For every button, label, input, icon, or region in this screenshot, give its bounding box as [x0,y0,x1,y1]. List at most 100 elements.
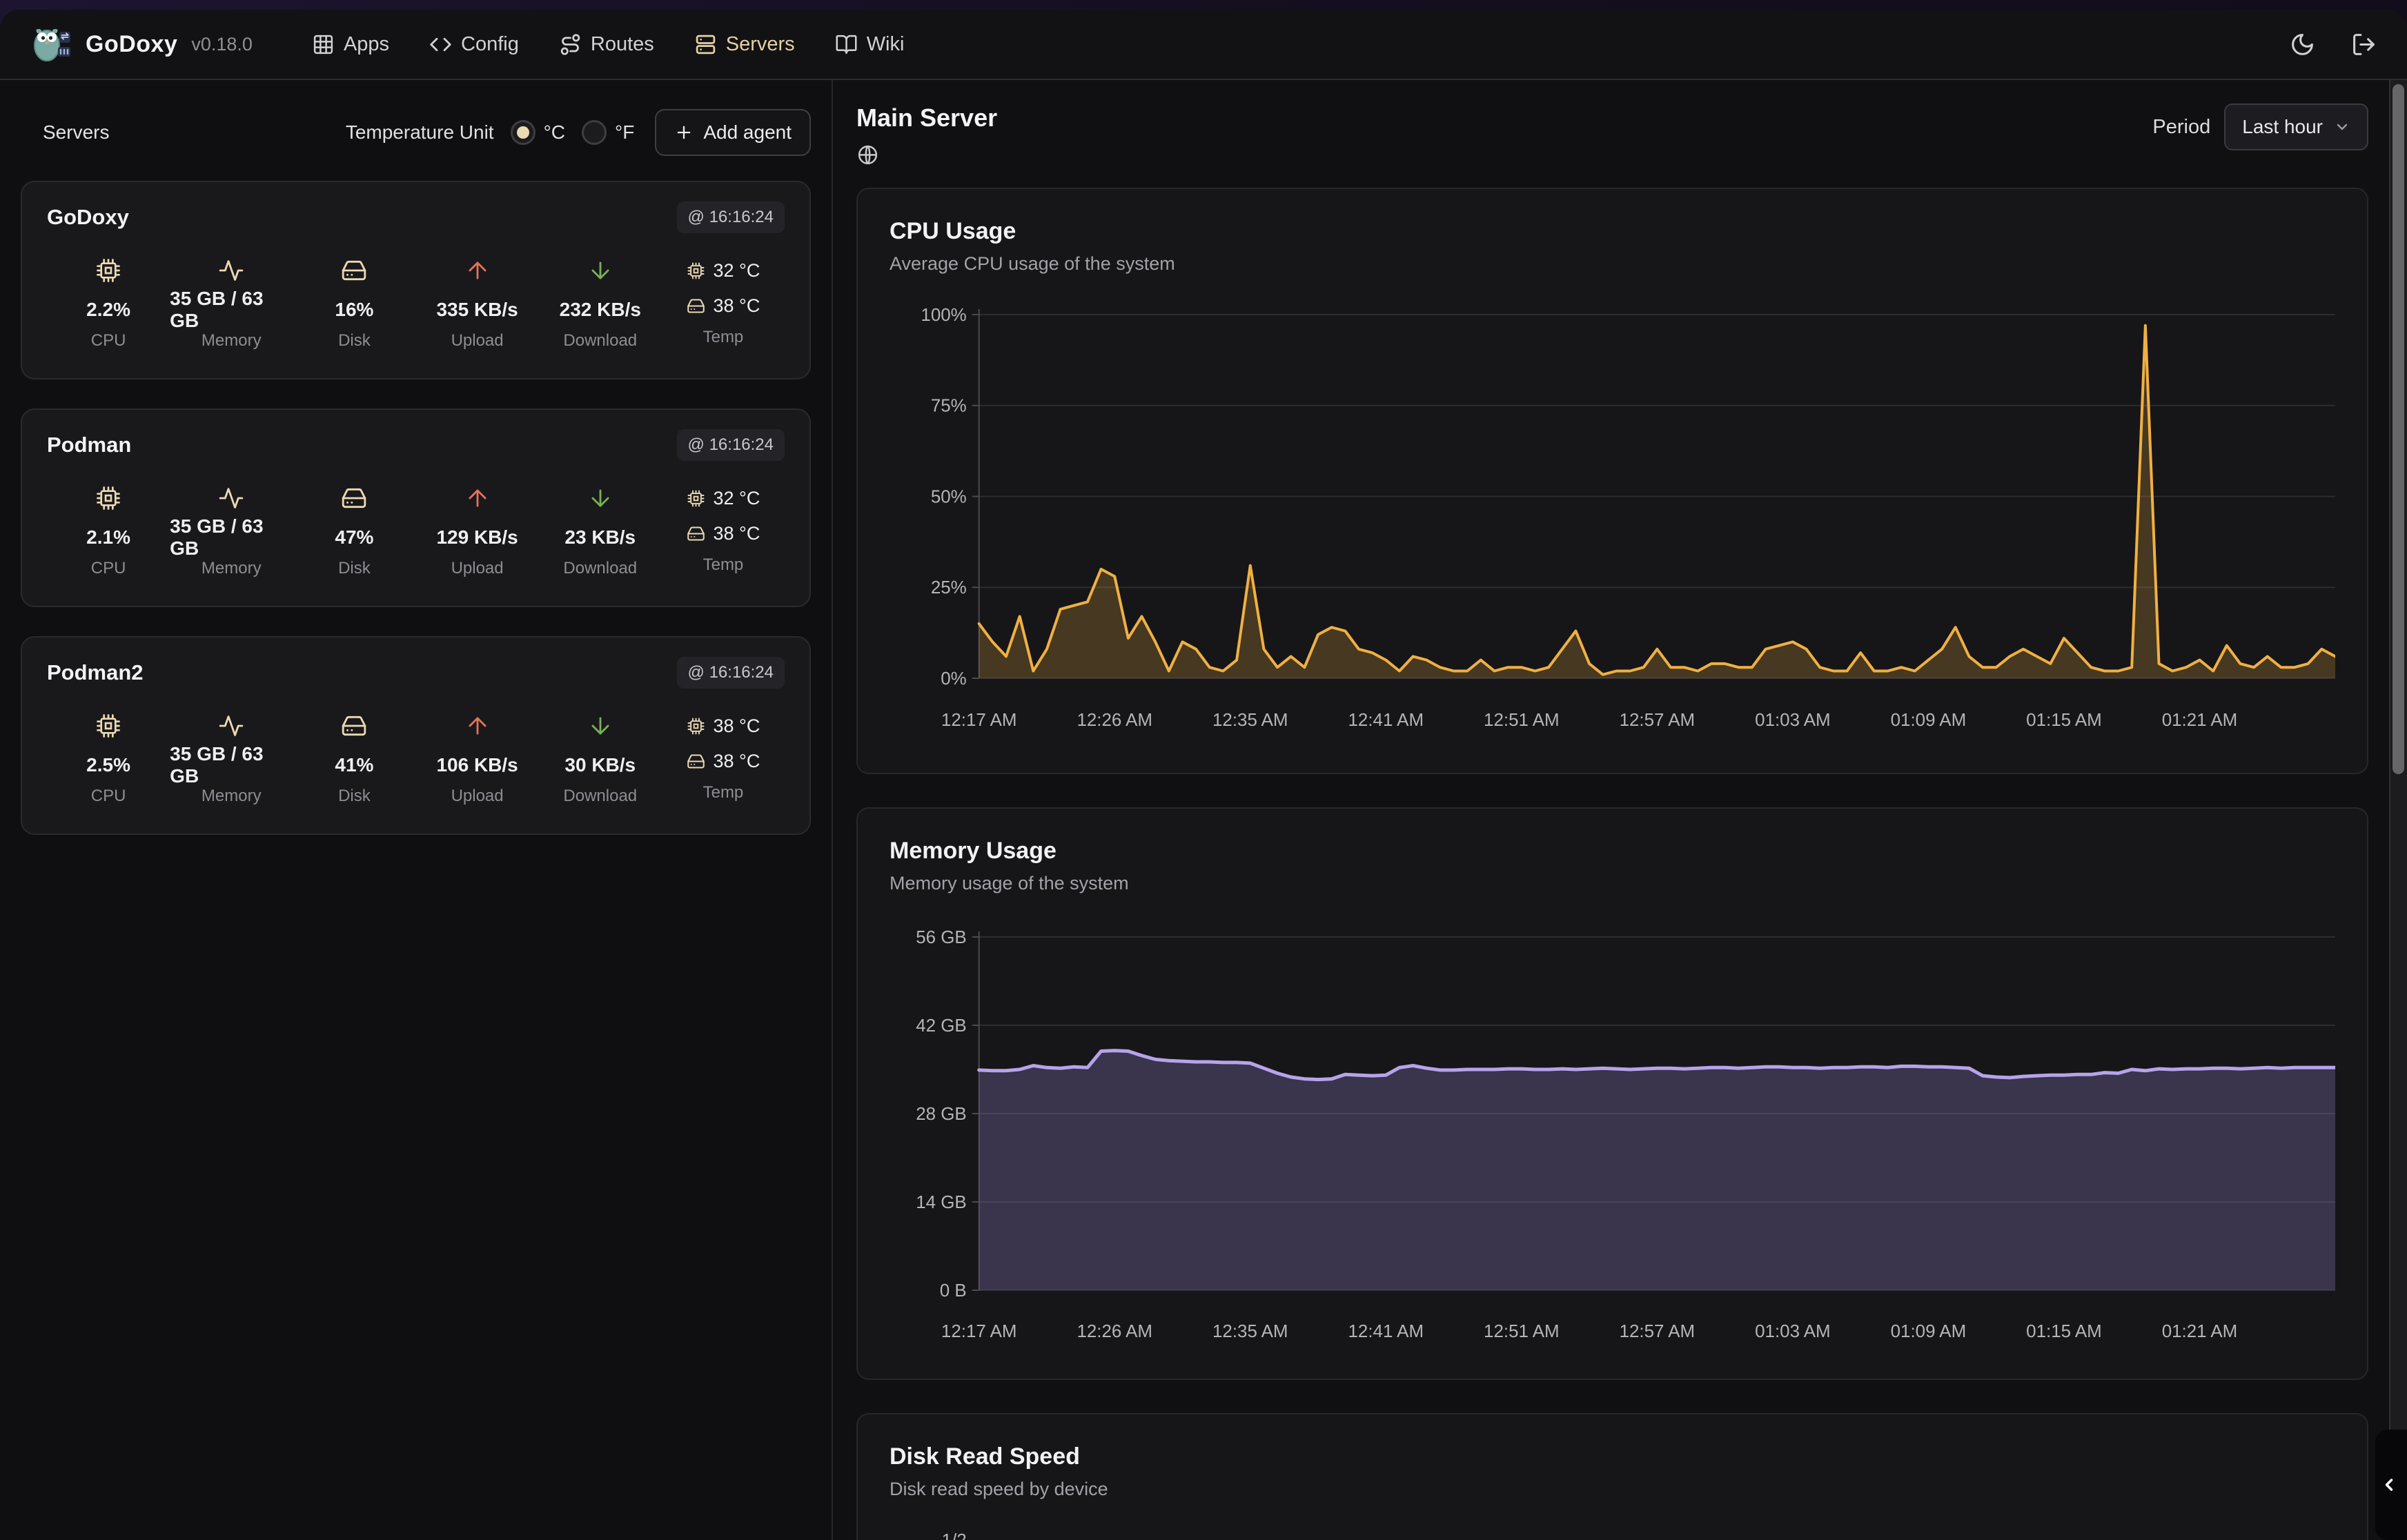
svg-text:12:17 AM: 12:17 AM [941,709,1017,730]
svg-text:12:41 AM: 12:41 AM [1348,1321,1424,1341]
svg-text:12:17 AM: 12:17 AM [941,1321,1017,1341]
chevron-down-icon [2334,119,2350,135]
cpu-temp-row: 38 °C [687,709,760,742]
hard-drive-icon [687,524,705,543]
nav-item-apps[interactable]: Apps [312,33,389,56]
stat-download: 23 KB/s Download [539,482,662,578]
svg-text:01:21 AM: 01:21 AM [2162,709,2238,730]
svg-text:01:09 AM: 01:09 AM [1891,1321,1967,1341]
main-header: Main Server Period Last hour [833,80,2389,170]
memory-usage-subtitle: Memory usage of the system [890,873,2335,894]
stat-temp: 32 °C 38 °C Temp [662,254,785,351]
upload-label: Upload [451,331,504,351]
radio-fahrenheit[interactable]: °F [582,120,634,145]
nav-item-config[interactable]: Config [429,33,519,56]
cpu-temp-value: 32 °C [714,488,760,509]
stat-upload: 129 KB/s Upload [416,482,539,578]
chevron-left-icon [2379,1475,2399,1494]
svg-text:0 B: 0 B [940,1280,967,1301]
server-card-header: Podman @ 16:16:24 [47,429,785,461]
cpu-label: CPU [91,331,126,351]
logout-button[interactable] [2351,32,2377,57]
servers-icon [694,33,717,56]
temp-label: Temp [703,783,744,802]
nav-item-servers[interactable]: Servers [694,33,795,56]
nav-item-routes[interactable]: Routes [559,33,654,56]
cpu-temp-value: 38 °C [714,715,760,737]
cpu-label: CPU [91,787,126,806]
download-label: Download [563,787,637,806]
upload-label: Upload [451,559,504,578]
server-card[interactable]: Podman @ 16:16:24 2.1% CPU 35 GB / 63 GB… [21,408,811,607]
activity-icon [218,709,244,742]
hard-drive-icon [341,482,367,515]
stat-disk: 41% Disk [293,709,415,806]
disk-read-speed-title: Disk Read Speed [890,1443,2335,1470]
arrow-down-icon [587,709,613,742]
svg-text:01:09 AM: 01:09 AM [1891,709,1967,730]
hard-drive-icon [687,297,705,315]
page-title: Main Server [856,103,997,132]
server-updated-badge: @ 16:16:24 [677,429,785,461]
grid-icon [312,33,335,56]
svg-text:01:21 AM: 01:21 AM [2162,1321,2238,1341]
download-value: 232 KB/s [560,298,641,322]
period-select[interactable]: Last hour [2224,103,2368,150]
stat-memory: 35 GB / 63 GB Memory [170,482,293,578]
svg-text:12:57 AM: 12:57 AM [1620,1321,1696,1341]
stat-temp: 32 °C 38 °C Temp [662,482,785,578]
memory-value: 35 GB / 63 GB [170,298,293,322]
disk-read-speed-card: Disk Read Speed Disk read speed by devic… [856,1413,2368,1540]
svg-text:1/2: 1/2 [942,1530,967,1540]
panel-collapse-tab[interactable] [2375,1430,2407,1540]
servers-sidebar: Servers Temperature Unit °C °F Add agent [0,80,833,1540]
server-card[interactable]: Podman2 @ 16:16:24 2.5% CPU 35 GB / 63 G… [21,636,811,835]
server-name: GoDoxy [47,205,129,230]
svg-text:56 GB: 56 GB [916,927,966,947]
navbar: GoDoxy v0.18.0 Apps Config Routes Server… [0,10,2407,80]
cpu-value: 2.1% [86,526,130,549]
memory-label: Memory [202,331,262,351]
period-label: Period [2152,116,2210,139]
nav-item-wiki[interactable]: Wiki [835,33,905,56]
arrow-up-icon [464,709,491,742]
nav-actions [2290,32,2377,57]
disk-value: 16% [335,298,373,322]
svg-text:01:03 AM: 01:03 AM [1755,1321,1831,1341]
arrow-up-icon [464,482,491,515]
server-stats: 2.1% CPU 35 GB / 63 GB Memory 47% Disk [47,482,785,578]
theme-toggle-button[interactable] [2290,32,2315,57]
stat-cpu: 2.2% CPU [47,254,170,351]
disk-label: Disk [338,331,371,351]
svg-text:42 GB: 42 GB [916,1015,966,1036]
download-value: 23 KB/s [564,526,636,549]
book-open-icon [835,33,858,56]
sidebar-title: Servers [43,121,109,144]
disk-temp-row: 38 °C [687,523,760,544]
disk-temp-row: 38 °C [687,295,760,317]
server-name: Podman2 [47,660,144,685]
disk-value: 47% [335,526,373,549]
cpu-chip-icon [687,261,705,280]
svg-text:12:26 AM: 12:26 AM [1077,1321,1152,1341]
svg-text:14 GB: 14 GB [916,1192,966,1212]
brand: GoDoxy v0.18.0 [30,25,253,63]
cpu-value: 2.5% [86,753,130,777]
server-updated-badge: @ 16:16:24 [677,201,785,233]
radio-celsius[interactable]: °C [511,120,565,145]
cpu-usage-title: CPU Usage [890,218,2335,245]
svg-text:100%: 100% [921,304,966,325]
scrollbar-thumb[interactable] [2393,84,2404,774]
svg-text:25%: 25% [931,577,967,598]
add-agent-button[interactable]: Add agent [655,109,811,156]
hard-drive-icon [341,709,367,742]
upload-value: 335 KB/s [436,298,518,322]
temp-label: Temp [703,555,744,575]
disk-temp-value: 38 °C [714,751,760,772]
memory-usage-card: Memory Usage Memory usage of the system … [856,807,2368,1380]
arrow-down-icon [587,482,613,515]
route-icon [559,33,582,56]
disk-read-speed-chart: 1/2MB/s12:17 AM12:26 AM12:35 AM12:41 AM1… [890,1528,2335,1540]
server-card[interactable]: GoDoxy @ 16:16:24 2.2% CPU 35 GB / 63 GB… [21,181,811,379]
server-name: Podman [47,433,131,457]
